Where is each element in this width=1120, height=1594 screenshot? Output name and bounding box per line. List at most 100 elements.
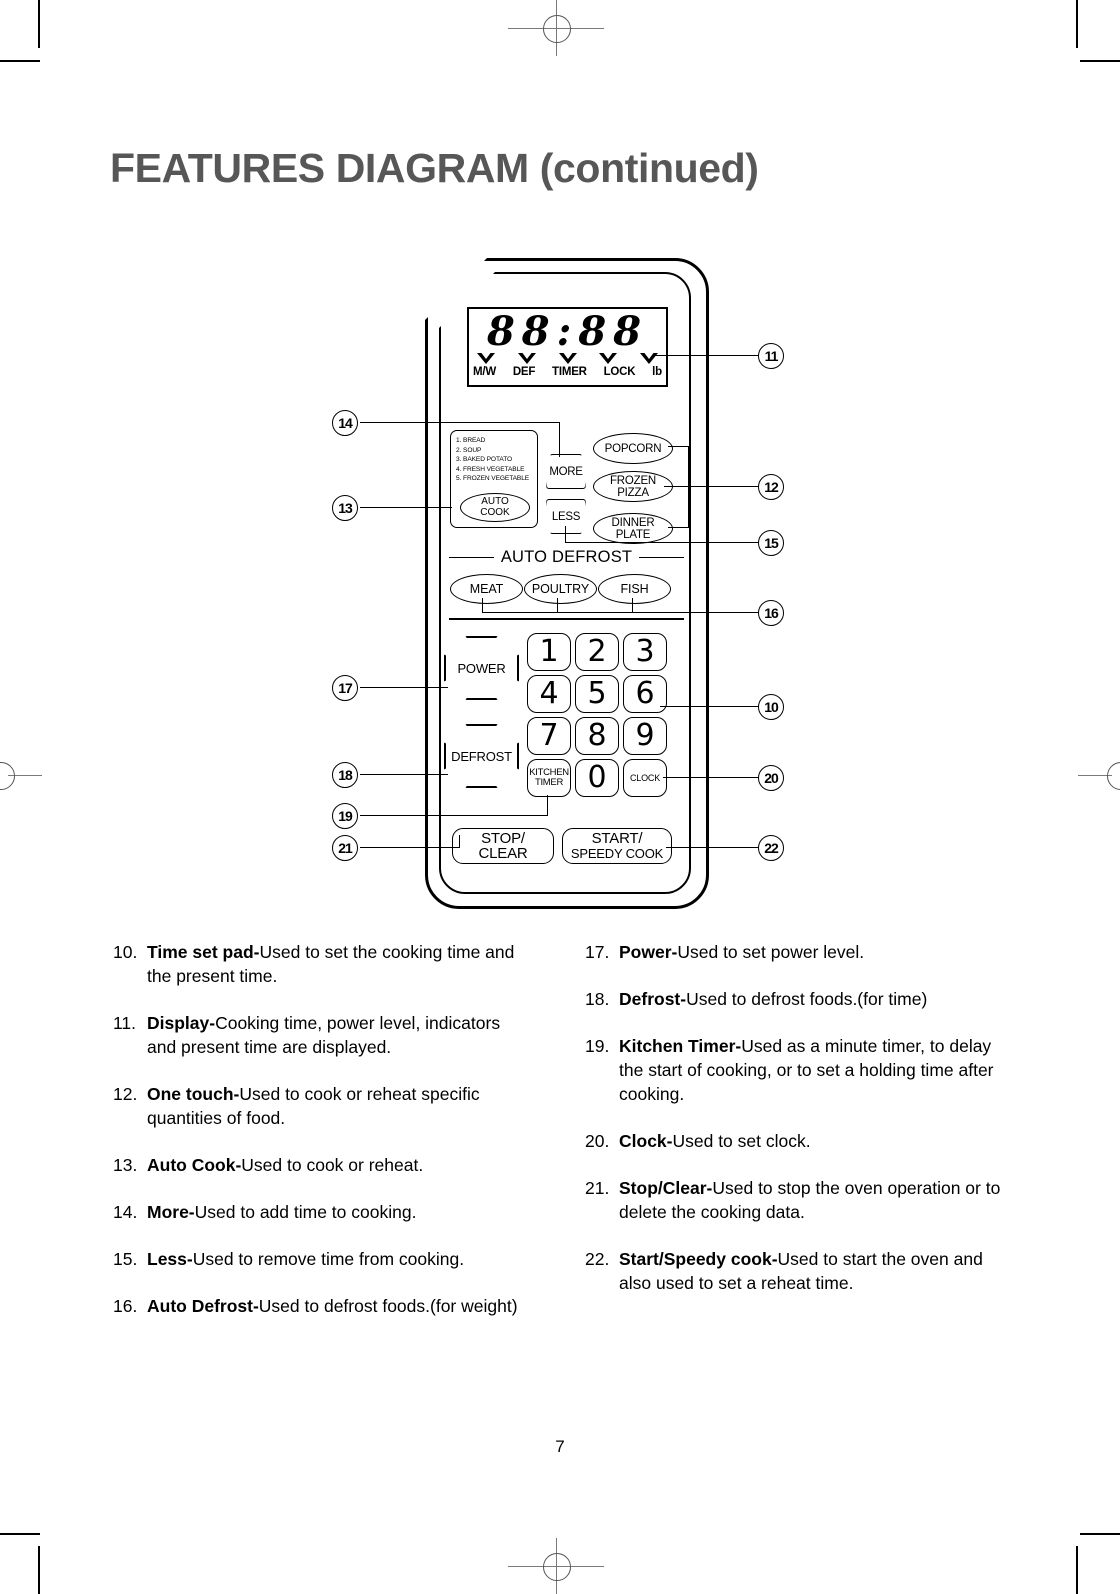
- callout-16: 16: [758, 600, 784, 626]
- start-speedy-cook-button[interactable]: START/ SPEEDY COOK: [562, 828, 672, 864]
- feature-item-number: 17.: [585, 942, 610, 962]
- callout-19: 19: [332, 803, 358, 829]
- feature-item-text: Stop/Clear-Used to stop the oven operati…: [619, 1178, 1001, 1222]
- stop-clear-line2: CLEAR: [478, 845, 528, 862]
- feature-item-term: Auto Defrost-: [147, 1296, 259, 1316]
- keypad-key-8[interactable]: 8: [575, 717, 619, 755]
- feature-item: 21. Stop/Clear-Used to stop the oven oper…: [585, 1176, 1015, 1224]
- keypad-key-4[interactable]: 4: [527, 675, 571, 713]
- keypad-key-3[interactable]: 3: [623, 633, 667, 671]
- callout-22: 22: [758, 835, 784, 861]
- feature-item-term: Kitchen Timer-: [619, 1036, 742, 1056]
- dinner-plate-button[interactable]: DINNER PLATE: [593, 513, 673, 544]
- leader-line-12-v: [688, 446, 690, 528]
- feature-item: 10. Time set pad-Used to set the cooking …: [113, 940, 533, 988]
- leader-line-14: [360, 422, 560, 424]
- callout-15: 15: [758, 530, 784, 556]
- callout-14: 14: [332, 410, 358, 436]
- keypad-key-0[interactable]: 0: [575, 759, 619, 797]
- feature-item-term: Power-: [619, 942, 678, 962]
- frozen-pizza-button[interactable]: FROZEN PIZZA: [593, 471, 673, 502]
- crop-mark-bottom-right-v: [1076, 1546, 1078, 1594]
- chevron-down-icon: [599, 353, 618, 364]
- auto-cook-menu-list: 1. BREAD 2. SOUP 3. BAKED POTATO 4. FRES…: [456, 436, 529, 484]
- leader-line-12: [664, 486, 760, 488]
- leader-line-12-top: [668, 446, 690, 448]
- feature-item-term: Defrost-: [619, 989, 687, 1009]
- indicator-label-lb: lb: [652, 366, 662, 378]
- start-speedy-line2: SPEEDY COOK: [570, 846, 664, 861]
- feature-item-number: 10.: [113, 942, 138, 962]
- crop-mark-top-left-v: [38, 0, 40, 48]
- leader-line-15-v: [565, 526, 567, 543]
- feature-item-text: More-Used to add time to cooking.: [147, 1202, 417, 1222]
- crop-mark-bottom-left-h: [0, 1533, 40, 1535]
- leader-line-16-c: [632, 598, 634, 613]
- crop-mark-top-left-h: [0, 60, 40, 62]
- stop-clear-line1: STOP/: [481, 829, 525, 847]
- keypad-key-2[interactable]: 2: [575, 633, 619, 671]
- feature-item-number: 22.: [585, 1249, 610, 1269]
- leader-line-22: [666, 847, 760, 849]
- feature-item-text: Power-Used to set power level.: [619, 942, 865, 962]
- feature-item-number: 13.: [113, 1155, 138, 1175]
- callout-21: 21: [332, 835, 358, 861]
- auto-cook-menu-item: 1. BREAD: [456, 437, 486, 444]
- feature-item: 11. Display-Cooking time, power level, in…: [113, 1011, 533, 1059]
- chevron-down-icon: [477, 353, 495, 364]
- leader-line-18: [360, 774, 448, 776]
- callout-20: 20: [758, 765, 784, 791]
- frozen-pizza-line1: FROZEN: [609, 474, 657, 487]
- feature-item-term: Clock-: [619, 1131, 673, 1151]
- feature-item: 15. Less-Used to remove time from cooking…: [113, 1247, 533, 1271]
- stop-clear-button[interactable]: STOP/ CLEAR: [452, 828, 554, 864]
- auto-cook-group: 1. BREAD 2. SOUP 3. BAKED POTATO 4. FRES…: [450, 430, 538, 528]
- kitchen-timer-button[interactable]: KITCHEN TIMER: [527, 759, 571, 797]
- auto-cook-menu-item: 5. FROZEN VEGETABLE: [456, 475, 530, 483]
- feature-item-text: Display-Cooking time, power level, indic…: [147, 1013, 501, 1057]
- feature-item-number: 14.: [113, 1202, 138, 1222]
- panel-divider: [449, 618, 684, 620]
- feature-item-number: 12.: [113, 1084, 138, 1104]
- keypad-key-7[interactable]: 7: [527, 717, 571, 755]
- auto-cook-button-line2: COOK: [480, 506, 510, 518]
- feature-item-number: 19.: [585, 1036, 610, 1056]
- feature-item-term: Auto Cook-: [147, 1155, 242, 1175]
- chevron-down-icon: [517, 353, 536, 364]
- page-number: 7: [555, 1437, 565, 1456]
- popcorn-button[interactable]: POPCORN: [593, 433, 673, 464]
- keypad-key-9[interactable]: 9: [623, 717, 667, 755]
- feature-item: 18. Defrost-Used to defrost foods.(for ti…: [585, 987, 1015, 1011]
- feature-item: 14. More-Used to add time to cooking.: [113, 1200, 533, 1224]
- auto-defrost-poultry-button[interactable]: POULTRY: [524, 574, 597, 604]
- features-diagram: 88:88 M/W DEF TIMER LOCK lb 1. BREAD 2. …: [0, 250, 1120, 920]
- crop-mark-top-right-v: [1076, 0, 1078, 48]
- clock-button[interactable]: CLOCK: [623, 759, 667, 797]
- auto-defrost-meat-button[interactable]: MEAT: [450, 574, 523, 604]
- display-panel: 88:88 M/W DEF TIMER LOCK lb: [467, 307, 668, 387]
- display-digits: 88:88: [486, 308, 649, 355]
- frozen-pizza-line2: PIZZA: [617, 486, 649, 499]
- indicator-label-lock: LOCK: [603, 366, 636, 378]
- keypad-key-5[interactable]: 5: [575, 675, 619, 713]
- auto-defrost-fish-button[interactable]: FISH: [598, 574, 671, 604]
- leader-line-16: [482, 612, 760, 614]
- auto-cook-button[interactable]: AUTO COOK: [460, 493, 530, 522]
- feature-item: 19. Kitchen Timer-Used as a minute timer,…: [585, 1034, 1015, 1106]
- more-button[interactable]: MORE: [546, 454, 586, 489]
- feature-item-text: Time set pad-Used to set the cooking tim…: [147, 942, 515, 986]
- leader-line-14-v: [559, 422, 561, 457]
- auto-cook-menu-item: 3. BAKED POTATO: [456, 456, 513, 464]
- leader-line-21-v: [459, 835, 461, 848]
- leader-line-15: [565, 542, 760, 544]
- keypad-key-1[interactable]: 1: [527, 633, 571, 671]
- display-indicator-labels: M/W DEF TIMER LOCK lb: [473, 366, 662, 378]
- callout-17: 17: [332, 675, 358, 701]
- feature-item-number: 18.: [585, 989, 610, 1009]
- callout-11: 11: [758, 343, 784, 369]
- chevron-down-icon: [558, 353, 577, 364]
- leader-line-10: [660, 706, 760, 708]
- feature-item-term: More-: [147, 1202, 195, 1222]
- leader-line-17: [360, 687, 448, 689]
- registration-mark-bottom: [508, 1538, 604, 1594]
